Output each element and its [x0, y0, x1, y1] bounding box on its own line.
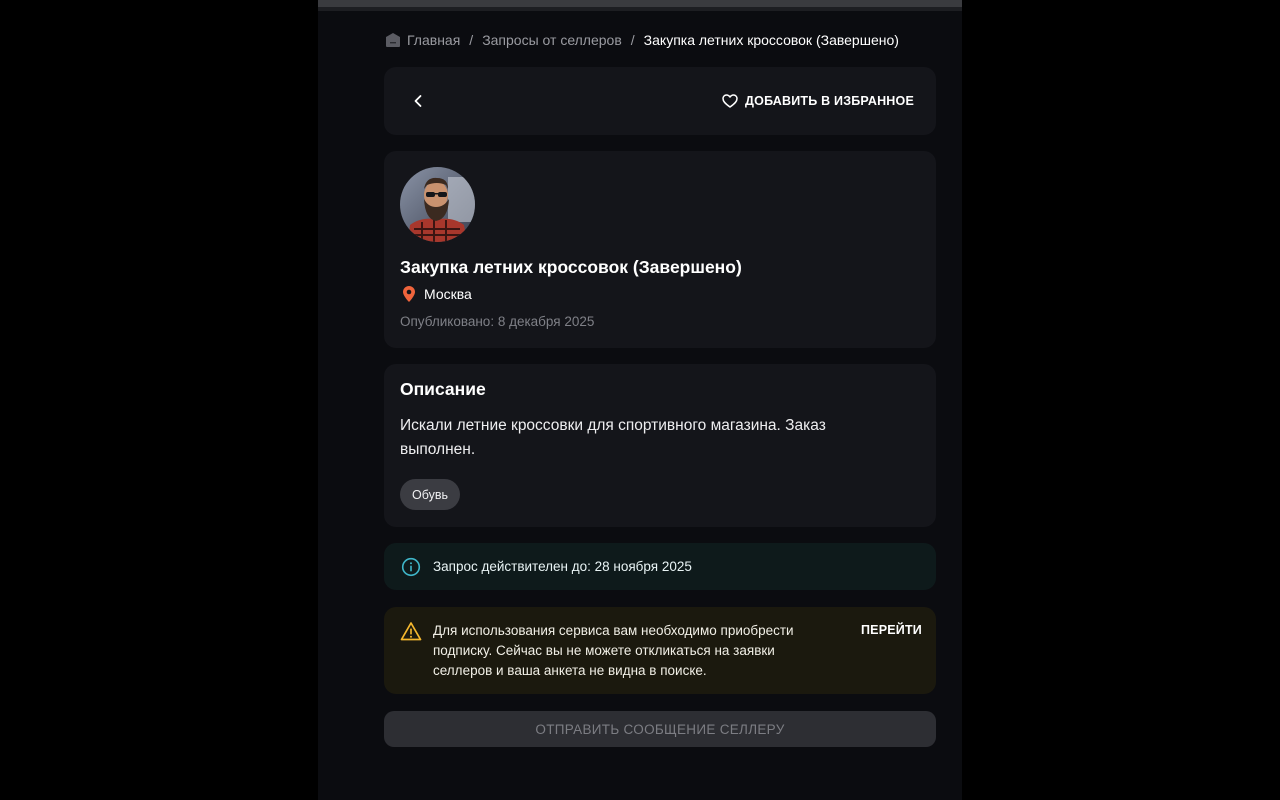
warning-icon [400, 622, 422, 641]
validity-text: Запрос действителен до: 28 ноября 2025 [433, 559, 692, 574]
back-button[interactable] [408, 89, 428, 113]
location-pin-icon [400, 285, 418, 303]
warning-text: Для использования сервиса вам необходимо… [433, 623, 794, 678]
add-to-favorites-button[interactable]: ДОБАВИТЬ В ИЗБРАННОЕ [722, 91, 914, 111]
heart-icon [722, 93, 738, 109]
location: Москва [400, 285, 472, 303]
request-title: Закупка летних кроссовок (Завершено) [400, 257, 742, 277]
chevron-left-icon [414, 95, 422, 107]
description-card: Описание Искали летние кроссовки для спо… [384, 364, 936, 527]
top-bar [318, 0, 962, 11]
request-info-card: Закупка летних кроссовок (Завершено) Мос… [384, 151, 936, 348]
category-tag[interactable]: Обувь [400, 479, 461, 510]
description-heading: Описание [400, 379, 486, 399]
breadcrumb: Главная / Запросы от селлеров / Закупка … [384, 30, 944, 50]
home-icon[interactable] [384, 31, 402, 49]
breadcrumb-separator: / [469, 32, 474, 48]
info-icon [401, 557, 421, 577]
subscription-warning: Для использования сервиса вам необходимо… [384, 607, 936, 694]
description-text: Искали летние кроссовки для спортивного … [400, 417, 826, 458]
breadcrumb-home[interactable]: Главная [407, 32, 460, 48]
validity-notice: Запрос действителен до: 28 ноября 2025 [384, 543, 936, 590]
breadcrumb-current: Закупка летних кроссовок (Завершено) [643, 32, 899, 48]
published-date: Опубликовано: 8 декабря 2025 [400, 314, 595, 329]
go-to-subscription-link[interactable]: ПЕРЕЙТИ [861, 623, 922, 637]
app-window: Главная / Запросы от селлеров / Закупка … [318, 0, 962, 800]
favorite-label: ДОБАВИТЬ В ИЗБРАННОЕ [745, 94, 914, 108]
breadcrumb-separator: / [630, 32, 635, 48]
city-label: Москва [424, 286, 472, 302]
navigation-card: ДОБАВИТЬ В ИЗБРАННОЕ [384, 67, 936, 135]
breadcrumb-section[interactable]: Запросы от селлеров [482, 32, 622, 48]
avatar [400, 167, 475, 242]
send-message-button[interactable]: ОТПРАВИТЬ СООБЩЕНИЕ СЕЛЛЕРУ [384, 711, 936, 747]
